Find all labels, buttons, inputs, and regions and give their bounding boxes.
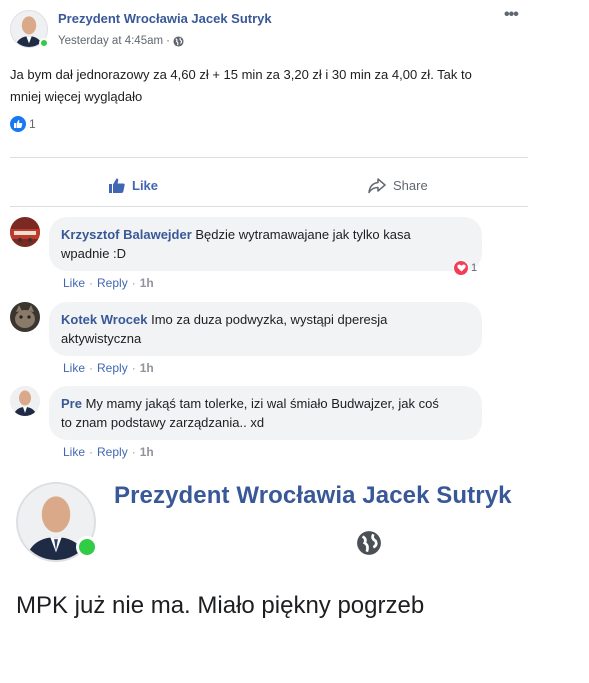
separator: · xyxy=(131,445,136,459)
reaction-count: 1 xyxy=(29,117,36,131)
zoomed-post-text: MPK już nie ma. Miało piękny pogrzeb xyxy=(16,592,425,619)
comment-bubble: Kotek Wrocek Imo za duza podwyzka, wystą… xyxy=(49,302,482,356)
comment-time[interactable]: 1h xyxy=(140,361,154,375)
separator: · xyxy=(89,276,94,290)
divider xyxy=(10,157,528,158)
more-options-icon[interactable]: ••• xyxy=(504,6,519,24)
comment-bubble: Pre My mamy jakąś tam tolerke, izi wal ś… xyxy=(49,386,482,440)
online-status-dot xyxy=(39,38,49,48)
comment-actions: Like · Reply · 1h xyxy=(63,445,154,459)
separator: · xyxy=(131,276,136,290)
like-reaction-icon xyxy=(10,116,26,132)
like-button[interactable]: Like xyxy=(108,177,158,194)
comment-reply-link[interactable]: Reply xyxy=(97,445,128,459)
comment-like-link[interactable]: Like xyxy=(63,361,85,375)
globe-icon[interactable] xyxy=(173,35,184,47)
zoomed-post-excerpt: Prezydent Wrocławia Jacek Sutryk MPK już… xyxy=(0,460,589,683)
separator: · xyxy=(131,361,136,375)
post-text-line: mniej więcej wyglądało xyxy=(10,89,143,104)
thumbs-up-icon xyxy=(109,178,125,193)
comment-reply-link[interactable]: Reply xyxy=(97,276,128,290)
comment-text: My mamy jakąś tam tolerke, izi wal śmiał… xyxy=(85,396,439,411)
comment-text: aktywistyczna xyxy=(61,331,142,346)
commenter-avatar[interactable] xyxy=(10,386,40,416)
meta-separator: · xyxy=(166,35,170,47)
comment-author[interactable]: Krzysztof Balawejder xyxy=(61,227,192,242)
comment-reaction[interactable]: 1 xyxy=(453,260,477,276)
post-meta: Yesterday at 4:45am · xyxy=(58,35,184,47)
separator: · xyxy=(89,445,94,459)
comment-time[interactable]: 1h xyxy=(140,445,154,459)
comment-time[interactable]: 1h xyxy=(140,276,154,290)
post-author-name[interactable]: Prezydent Wrocławia Jacek Sutryk xyxy=(58,11,272,26)
share-button-label: Share xyxy=(393,178,428,193)
globe-icon xyxy=(357,531,381,555)
comment-author[interactable]: Pre xyxy=(61,396,82,411)
post-body: Ja bym dał jednorazowy za 4,60 zł + 15 m… xyxy=(10,64,500,108)
zoomed-online-status-dot xyxy=(76,536,98,558)
comment-like-link[interactable]: Like xyxy=(63,276,85,290)
zoomed-author-name: Prezydent Wrocławia Jacek Sutryk xyxy=(114,482,512,509)
share-button[interactable]: Share xyxy=(367,177,428,194)
comment-text: wpadnie :D xyxy=(61,246,127,261)
heart-icon xyxy=(453,260,469,276)
comment-actions: Like · Reply · 1h xyxy=(63,361,154,375)
divider xyxy=(10,206,528,207)
share-arrow-icon xyxy=(368,178,386,194)
comment-text: Będzie wytramawajane jak tylko kasa xyxy=(195,227,411,242)
commenter-avatar[interactable] xyxy=(10,217,40,247)
reaction-summary[interactable]: 1 xyxy=(10,116,36,132)
comment-author[interactable]: Kotek Wrocek xyxy=(61,312,147,327)
comment-text: Imo za duza podwyzka, wystąpi dperesja xyxy=(151,312,388,327)
comment-reaction-count: 1 xyxy=(471,262,478,274)
comment-like-link[interactable]: Like xyxy=(63,445,85,459)
commenter-avatar[interactable] xyxy=(10,302,40,332)
post-timestamp[interactable]: Yesterday at 4:45am xyxy=(58,35,163,47)
like-button-label: Like xyxy=(132,178,159,193)
comment-text: to znam podstawy zarządzania.. xd xyxy=(61,415,265,430)
post-text-line: Ja bym dał jednorazowy za 4,60 zł + 15 m… xyxy=(10,67,472,82)
facebook-post: Prezydent Wrocławia Jacek Sutryk Yesterd… xyxy=(0,0,528,460)
comment-reply-link[interactable]: Reply xyxy=(97,361,128,375)
comment-bubble: Krzysztof Balawejder Będzie wytramawajan… xyxy=(49,217,482,271)
comment-actions: Like · Reply · 1h xyxy=(63,276,154,290)
separator: · xyxy=(89,361,94,375)
